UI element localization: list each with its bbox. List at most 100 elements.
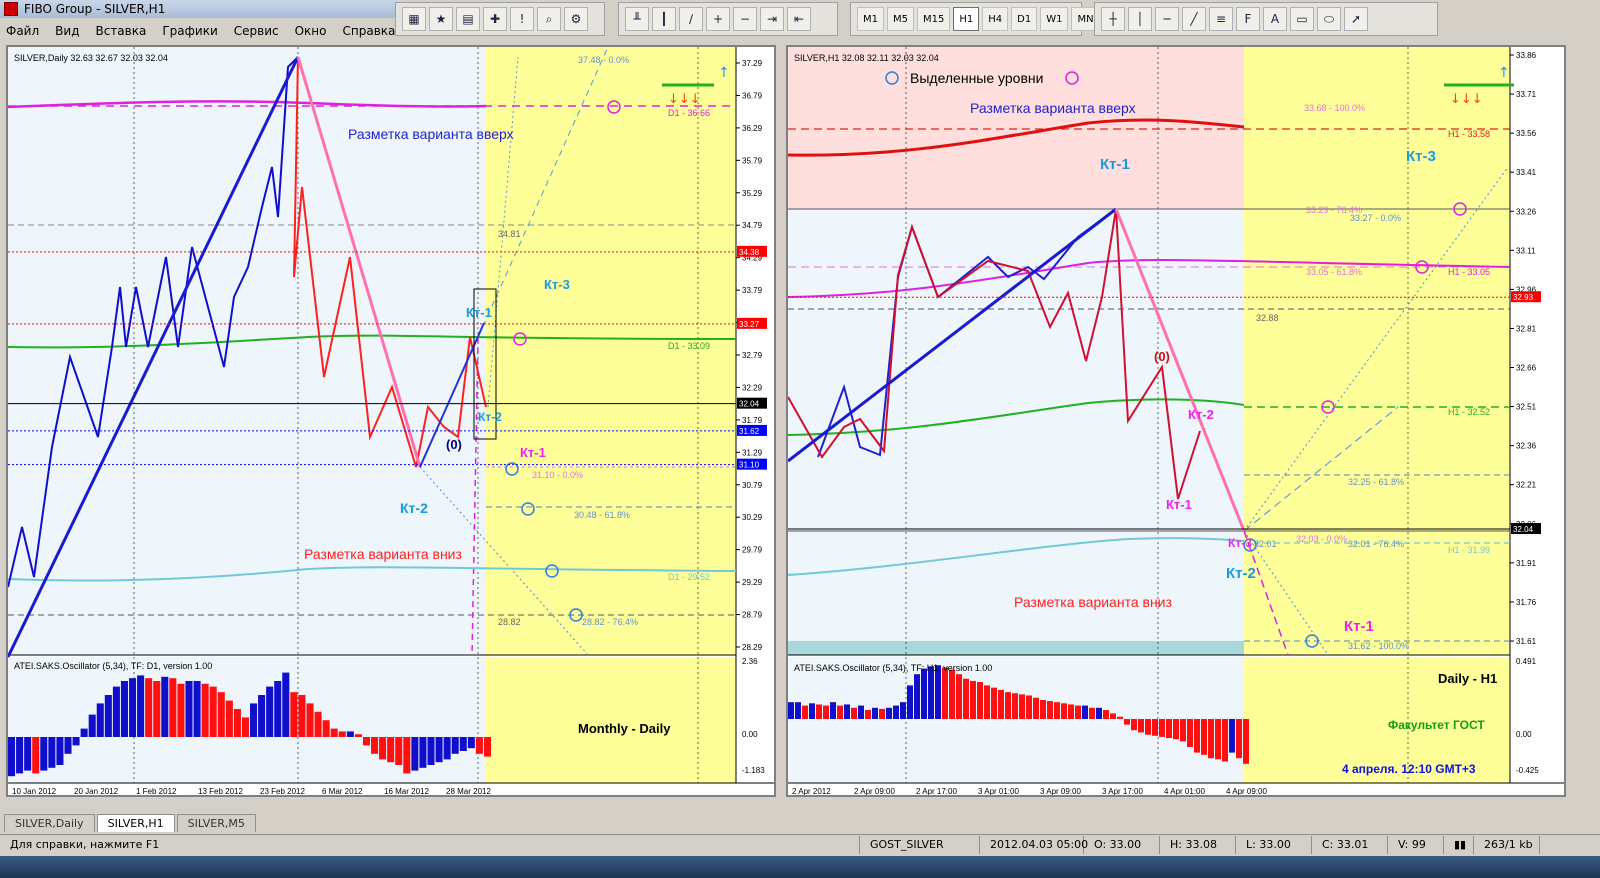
zoom-out-icon[interactable]: − [733, 7, 757, 31]
autoscroll-icon[interactable]: ⇥ [760, 7, 784, 31]
trendline-icon[interactable]: ╱ [1182, 7, 1206, 31]
h1-osc-label-2: Факультет ГОСТ [1388, 718, 1485, 732]
arrows-icon[interactable]: ➚ [1344, 7, 1368, 31]
menu-file[interactable]: Файл [6, 24, 39, 38]
date-tick-label: 3 Apr 17:00 [1102, 787, 1143, 795]
menu-charts[interactable]: Графики [162, 24, 217, 38]
oscillator-bar [435, 737, 443, 763]
status-help: Для справки, нажмите F1 [0, 835, 860, 854]
date-tick-label: 4 Apr 09:00 [1226, 787, 1267, 795]
oscillator-bar [963, 678, 969, 719]
price-tick-label: 32.51 [1516, 403, 1537, 412]
oscillator-bar [991, 687, 997, 719]
menu-window[interactable]: Окно [295, 24, 327, 38]
alert-icon[interactable]: ! [510, 7, 534, 31]
price-tick-label: 31.29 [742, 448, 763, 457]
crosshair-icon[interactable]: ┼ [1101, 7, 1125, 31]
osc-tick-label: -0.425 [1516, 766, 1539, 775]
oscillator-bar [914, 674, 920, 719]
price-tick-label: 32.79 [742, 351, 763, 360]
menu-service[interactable]: Сервис [234, 24, 279, 38]
oscillator-bar [120, 681, 128, 737]
oscillator-bar [290, 692, 298, 737]
tab-silver-h1[interactable]: SILVER,H1 [96, 814, 175, 832]
oscillator-bar [395, 737, 403, 765]
candle-chart-icon[interactable]: ┃ [652, 7, 676, 31]
label-kt2-small: Кт-2 [478, 410, 502, 424]
price-tick-label: 31.76 [1516, 598, 1537, 607]
oscillator-bar [998, 689, 1004, 719]
tf-h1[interactable]: H1 [953, 7, 980, 31]
chart-shift-icon[interactable]: ⇤ [787, 7, 811, 31]
menu-help[interactable]: Справка [343, 24, 396, 38]
tf-m1[interactable]: M1 [857, 7, 884, 31]
label-zero: (0) [446, 437, 462, 452]
oscillator-bar [1054, 702, 1060, 719]
price-tick-label: 28.79 [742, 611, 763, 620]
app-logo-icon [4, 2, 18, 16]
tab-silver-m5[interactable]: SILVER,M5 [176, 814, 256, 832]
standard-toolbar: ▦ ★ ▤ ✚ ! ⌕ ⚙ [395, 2, 605, 36]
h1-level-h1-31-99: H1 - 31.99 [1448, 545, 1490, 555]
tab-silver-daily[interactable]: SILVER,Daily [4, 814, 95, 832]
h1-level-31-62: 31.62 - 100.0% [1348, 641, 1409, 651]
chart-silver-h1[interactable]: 33.86 33.71 33.56 33.41 33.26 33.11 32.96 32.81… [786, 45, 1566, 797]
oscillator-bar [1047, 701, 1053, 719]
channel-icon[interactable]: ≡ [1209, 7, 1233, 31]
date-tick-label: 16 Mar 2012 [384, 787, 429, 795]
oscillator-bar [1110, 713, 1116, 719]
navigator-icon[interactable]: ▤ [456, 7, 480, 31]
tf-m5[interactable]: M5 [887, 7, 914, 31]
oscillator-bar [201, 683, 209, 737]
oscillator-bar [145, 678, 153, 737]
oscillator-bar [977, 682, 983, 719]
tf-w1[interactable]: W1 [1040, 7, 1069, 31]
oscillator-bar [1201, 719, 1207, 755]
tf-d1[interactable]: D1 [1011, 7, 1038, 31]
ellipse-icon[interactable]: ⬭ [1317, 7, 1341, 31]
options-icon[interactable]: ⚙ [564, 7, 588, 31]
tester-icon[interactable]: ⌕ [537, 7, 561, 31]
oscillator-bar [851, 707, 857, 719]
oscillator-bar [346, 731, 354, 737]
oscillator-bar [306, 703, 314, 737]
favorites-icon[interactable]: ★ [429, 7, 453, 31]
new-chart-icon[interactable]: ▦ [402, 7, 426, 31]
daily-chart-canvas[interactable]: 37.2936.7936.2935.7935.2934.7934.2933.79… [8, 47, 774, 795]
line-chart-icon[interactable]: ∕ [679, 7, 703, 31]
horizontal-line-icon[interactable]: ─ [1155, 7, 1179, 31]
oscillator-bar [153, 681, 161, 737]
date-tick-label: 20 Jan 2012 [74, 787, 119, 795]
terminal-window: FIBO Group - SILVER,H1 Файл Вид Вставка … [0, 0, 1600, 878]
oscillator-bar [241, 717, 249, 737]
bar-chart-icon[interactable]: ╨ [625, 7, 649, 31]
oscillator-bar [209, 686, 217, 737]
menu-view[interactable]: Вид [55, 24, 79, 38]
price-tick-label: 33.86 [1516, 51, 1537, 60]
h1-level-32-01-764: 32.01 - 76.4% [1348, 539, 1404, 549]
chart-silver-daily[interactable]: 37.29 36.79 36.29 35.79 35.29 34.79 34.29 33.79… [6, 45, 776, 797]
price-tag-label: 32.04 [739, 400, 760, 409]
vertical-line-icon[interactable]: │ [1128, 7, 1152, 31]
tf-h4[interactable]: H4 [982, 7, 1009, 31]
oscillator-bar [907, 685, 913, 719]
oscillator-bar [330, 728, 338, 737]
price-tag-label: 31.10 [739, 461, 760, 470]
h1-chart-canvas[interactable]: 33.8633.7133.5633.4133.2633.1132.9632.81… [788, 47, 1564, 795]
oscillator-bar [112, 686, 120, 737]
h1-level-32-03: 32.03 - 0.0% [1296, 534, 1347, 544]
h1-label-zero: (0) [1154, 349, 1170, 364]
fibo-icon[interactable]: F [1236, 7, 1260, 31]
menu-insert[interactable]: Вставка [95, 24, 146, 38]
text-icon[interactable]: A [1263, 7, 1287, 31]
zoom-in-icon[interactable]: + [706, 7, 730, 31]
new-order-icon[interactable]: ✚ [483, 7, 507, 31]
oscillator-bar [816, 704, 822, 719]
oscillator-bar [314, 711, 322, 737]
price-tick-label: 28.29 [742, 643, 763, 652]
label-icon[interactable]: ▭ [1290, 7, 1314, 31]
down-arrows-icon: ↓↓↓ [668, 92, 701, 107]
status-volume: V: 99 [1388, 835, 1444, 854]
date-tick-label: 2 Apr 17:00 [916, 787, 957, 795]
tf-m15[interactable]: M15 [917, 7, 951, 31]
